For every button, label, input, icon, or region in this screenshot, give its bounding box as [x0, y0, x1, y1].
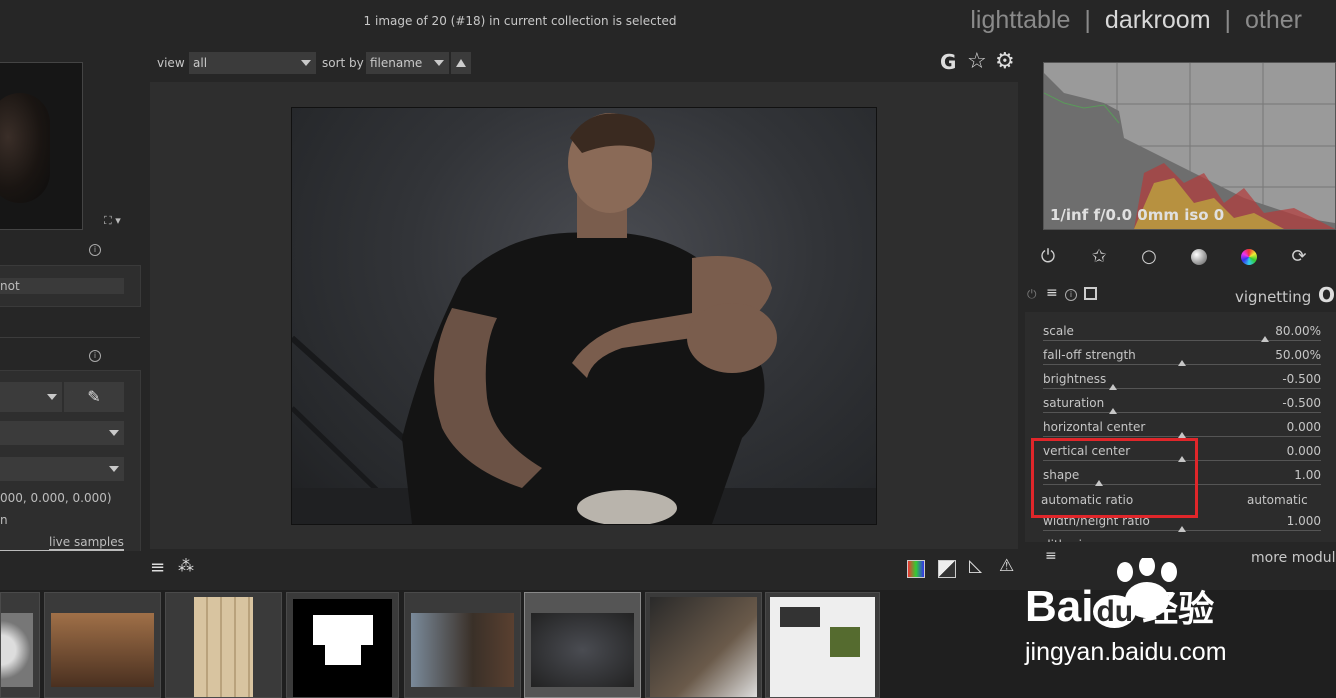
color-circle-icon[interactable]: [1239, 247, 1259, 267]
slider-brightness[interactable]: brightness -0.500: [1043, 372, 1321, 396]
reset-icon[interactable]: i: [1065, 289, 1077, 301]
view-switcher: lighttable | darkroom | other: [970, 6, 1302, 35]
divider: [0, 337, 140, 338]
slider-marker[interactable]: [1178, 360, 1186, 366]
highlight-annotation: [1031, 438, 1198, 518]
slider-track: [1043, 412, 1321, 413]
slider-label: fall-off strength: [1043, 348, 1136, 362]
slider-saturation[interactable]: saturation -0.500: [1043, 396, 1321, 420]
color-values: 000, 0.000, 0.000): [0, 491, 112, 505]
slider-value: -0.500: [1282, 372, 1321, 386]
exif-info: 1/inf f/0.0 0mm iso 0: [1050, 206, 1225, 224]
gradient-circle-icon[interactable]: [1189, 247, 1209, 267]
info-icon[interactable]: i: [89, 350, 101, 362]
film-thumb-selected[interactable]: [524, 592, 641, 698]
view-other[interactable]: other: [1245, 6, 1302, 35]
slider-label: saturation: [1043, 396, 1105, 410]
view-filter-value: all: [193, 56, 208, 70]
slider-marker[interactable]: [1261, 336, 1270, 342]
view-lighttable[interactable]: lighttable: [970, 6, 1070, 35]
star-outline-icon[interactable]: ✩: [1089, 247, 1109, 267]
baidu-brand: Bai: [1025, 582, 1094, 631]
slider-track: [1043, 340, 1321, 341]
live-samples-label[interactable]: live samples: [49, 535, 124, 550]
presets-icon[interactable]: ≡: [1046, 285, 1058, 301]
sort-direction-button[interactable]: [451, 52, 471, 74]
slider-track: [1043, 388, 1321, 389]
baidu-url: jingyan.baidu.com: [1025, 638, 1227, 666]
sort-label: sort by: [322, 56, 364, 70]
film-thumb[interactable]: [765, 592, 880, 698]
baidu-du: du: [1093, 595, 1137, 628]
multi-instance-icon[interactable]: [1084, 287, 1097, 300]
softproof-icon[interactable]: ◺: [969, 556, 982, 576]
slider-value: 0.000: [1286, 420, 1321, 434]
film-thumb[interactable]: [0, 592, 40, 698]
main-photo[interactable]: [291, 107, 877, 525]
color-picker-mode-select[interactable]: [0, 382, 62, 412]
slider-value: 1.00: [1294, 468, 1321, 482]
star-icon[interactable]: ☆: [967, 49, 987, 74]
slider-value: 0.000: [1286, 444, 1321, 458]
slider-label: brightness: [1043, 372, 1107, 386]
circle-icon[interactable]: ○: [1139, 247, 1159, 267]
film-thumb[interactable]: [165, 592, 282, 698]
gear-icon[interactable]: ⚙: [995, 49, 1015, 74]
view-separator: |: [1084, 6, 1091, 34]
photo-illustration: [292, 113, 876, 524]
film-thumb[interactable]: [404, 592, 521, 698]
automatic-ratio-toggle[interactable]: automatic: [1247, 493, 1308, 507]
row-text: n: [0, 513, 8, 527]
film-thumb[interactable]: [286, 592, 399, 698]
slider-value: 50.00%: [1275, 348, 1321, 362]
slider-label: scale: [1043, 324, 1074, 338]
slider-scale[interactable]: scale 80.00%: [1043, 324, 1321, 348]
slider-marker[interactable]: [1178, 526, 1186, 532]
histogram-graph: [1044, 63, 1335, 229]
module-header[interactable]: ⏻ ≡ i vignetting O: [1025, 283, 1336, 309]
dithering-label: dithering: [1043, 538, 1097, 542]
grouping-icon[interactable]: G: [940, 50, 956, 74]
histogram[interactable]: [1043, 62, 1336, 230]
styles-icon[interactable]: ⁂: [178, 556, 194, 575]
info-icon[interactable]: i: [89, 244, 101, 256]
color-picker-model-select[interactable]: [0, 457, 124, 481]
slider-label: horizontal center: [1043, 420, 1146, 434]
gamut-check-icon[interactable]: ⚠: [999, 556, 1014, 576]
sort-value: filename: [370, 56, 423, 70]
view-filter-select[interactable]: all: [189, 52, 316, 74]
navigation-thumbnail[interactable]: [0, 62, 83, 230]
triangle-up-icon: [456, 59, 466, 67]
baidu-chinese: 经验: [1142, 588, 1215, 629]
refresh-icon[interactable]: ⟳: [1289, 247, 1309, 267]
slider-marker[interactable]: [1108, 384, 1117, 390]
sort-select[interactable]: filename: [366, 52, 449, 74]
module-name: vignetting: [1235, 288, 1312, 306]
slider-value: -0.500: [1282, 396, 1321, 410]
color-picker-stat-select[interactable]: [0, 421, 124, 445]
collection-status-text: 1 image of 20 (#18) in current collectio…: [363, 14, 677, 28]
eyedropper-icon[interactable]: ✎: [64, 382, 124, 412]
expand-icon[interactable]: ⛶ ▾: [104, 214, 121, 228]
power-icon[interactable]: ⏻: [1038, 247, 1058, 267]
module-enable-icon[interactable]: O: [1318, 283, 1335, 307]
slider-value: 1.000: [1286, 514, 1321, 528]
snapshot-item[interactable]: not: [0, 278, 124, 294]
slider-fall-off-strength[interactable]: fall-off strength 50.00%: [1043, 348, 1321, 372]
slider-marker[interactable]: [1108, 408, 1117, 414]
color-assessment-icon[interactable]: [907, 560, 925, 578]
film-thumb[interactable]: [645, 592, 762, 698]
slider-value: 80.00%: [1275, 324, 1321, 338]
view-label: view: [157, 56, 185, 70]
hamburger-menu-icon[interactable]: ≡: [150, 557, 165, 578]
snapshot-label: not: [0, 279, 20, 293]
view-darkroom[interactable]: darkroom: [1105, 6, 1211, 35]
overexposed-icon[interactable]: [938, 560, 956, 578]
view-separator: |: [1224, 6, 1232, 34]
film-thumb[interactable]: [44, 592, 161, 698]
module-power-icon[interactable]: ⏻: [1027, 287, 1037, 302]
baidu-watermark: Bai du 经验 jingyan.baidu.com: [1025, 558, 1336, 668]
